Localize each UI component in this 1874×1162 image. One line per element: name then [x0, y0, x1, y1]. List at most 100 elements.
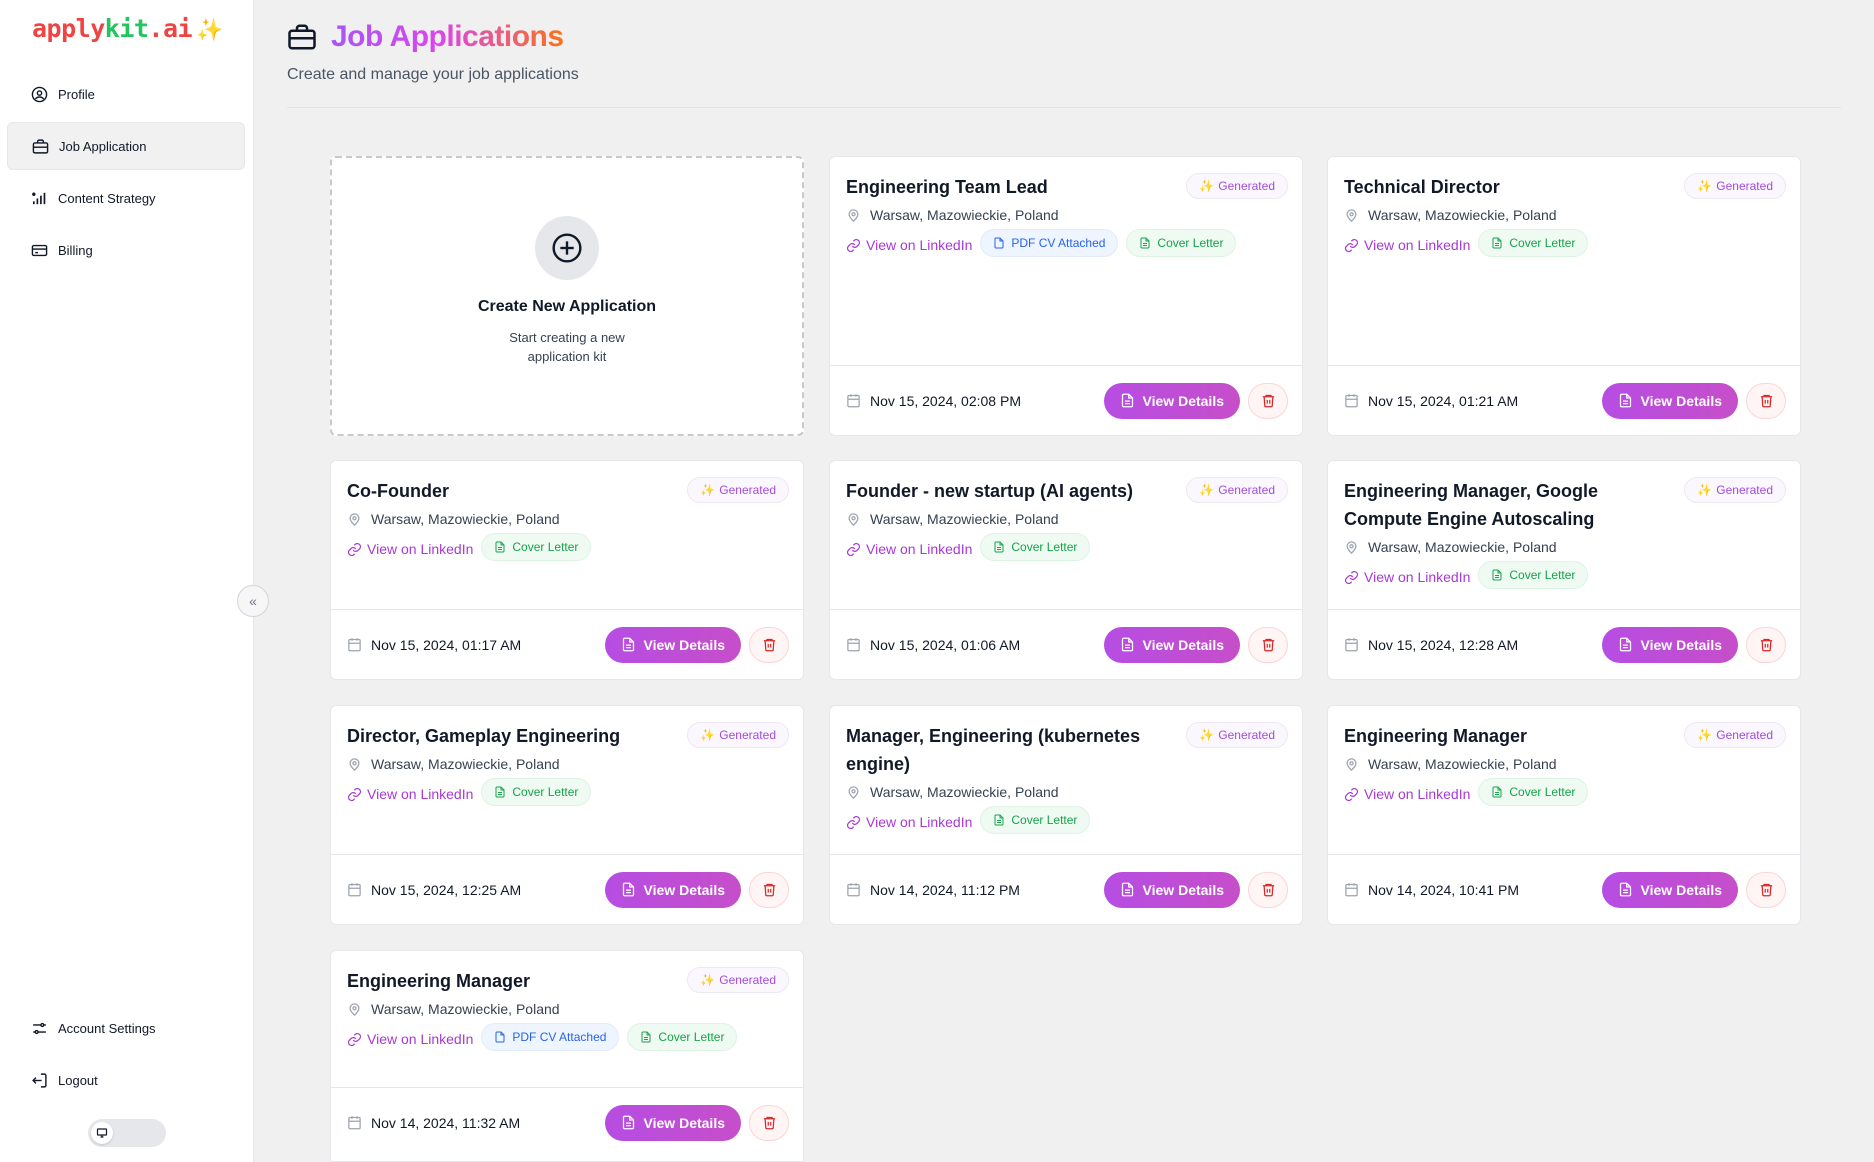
- linkedin-link[interactable]: View on LinkedIn: [1344, 562, 1470, 592]
- linkedin-link[interactable]: View on LinkedIn: [846, 534, 972, 564]
- card-footer: Nov 15, 2024, 01:21 AM View Details: [1328, 365, 1800, 435]
- theme-toggle[interactable]: [88, 1119, 166, 1147]
- sidebar-nav: Profile Job Application Content Strategy…: [7, 70, 245, 278]
- delete-button[interactable]: [1248, 626, 1288, 663]
- sparkles-icon: ✨: [1697, 483, 1713, 497]
- card-footer: Nov 15, 2024, 12:25 AM View Details: [331, 854, 803, 924]
- cover-letter-chip[interactable]: Cover Letter: [627, 1023, 738, 1051]
- map-pin-icon: [349, 757, 360, 771]
- view-details-button[interactable]: View Details: [604, 871, 741, 908]
- view-details-button[interactable]: View Details: [1103, 626, 1240, 663]
- plus-circle-icon: [552, 233, 582, 263]
- app-logo[interactable]: applykit.ai ✨: [32, 14, 223, 43]
- cover-letter-chip[interactable]: Cover Letter: [1126, 229, 1237, 257]
- sidebar-item-billing[interactable]: Billing: [7, 226, 245, 274]
- view-details-button[interactable]: View Details: [1601, 382, 1738, 419]
- delete-button[interactable]: [1746, 871, 1786, 908]
- file-text-icon: [1492, 786, 1502, 798]
- card-body: Technical Director ✨ Generated Warsaw, Ma…: [1328, 157, 1800, 261]
- sidebar-bottom-nav: Account Settings Logout: [7, 1004, 245, 1108]
- delete-button[interactable]: [1746, 626, 1786, 663]
- link-icon: [347, 542, 362, 556]
- delete-button[interactable]: [1248, 871, 1288, 908]
- view-details-button[interactable]: View Details: [1103, 382, 1240, 419]
- card-body: Engineering Team Lead ✨ Generated Warsaw,…: [830, 157, 1302, 261]
- generated-badge: ✨ Generated: [687, 722, 789, 748]
- file-text-icon: [994, 541, 1004, 553]
- card-links: View on LinkedIn Cover Letter: [1344, 561, 1784, 593]
- sparkles-icon: ✨: [700, 728, 716, 742]
- delete-button[interactable]: [1746, 382, 1786, 419]
- linkedin-link[interactable]: View on LinkedIn: [347, 534, 473, 564]
- linkedin-link[interactable]: View on LinkedIn: [1344, 230, 1470, 260]
- pdf-cv-chip[interactable]: PDF CV Attached: [481, 1023, 620, 1051]
- sidebar-item-logout[interactable]: Logout: [7, 1056, 245, 1104]
- linkedin-link[interactable]: View on LinkedIn: [846, 230, 972, 260]
- sidebar-item-label: Content Strategy: [58, 190, 156, 206]
- sidebar-item-profile[interactable]: Profile: [7, 70, 245, 118]
- view-details-button[interactable]: View Details: [1601, 871, 1738, 908]
- link-icon: [846, 542, 861, 556]
- linkedin-link[interactable]: View on LinkedIn: [347, 1024, 473, 1054]
- delete-button[interactable]: [749, 1104, 789, 1141]
- trash-icon: [763, 1116, 775, 1130]
- cover-letter-chip[interactable]: Cover Letter: [481, 533, 592, 561]
- card-footer: Nov 14, 2024, 11:12 PM View Details: [830, 854, 1302, 924]
- card-title: Technical Director: [1344, 177, 1500, 197]
- chevrons-left-icon: «: [249, 593, 257, 609]
- card-title: Manager, Engineering (kubernetes engine): [846, 726, 1141, 774]
- location: Warsaw, Mazowieckie, Poland: [347, 756, 787, 772]
- sidebar-item-content-strategy[interactable]: Content Strategy: [7, 174, 245, 222]
- delete-button[interactable]: [749, 626, 789, 663]
- link-icon: [1344, 787, 1359, 801]
- card-title: Engineering Manager: [347, 971, 531, 991]
- file-icon: [994, 237, 1004, 249]
- trash-icon: [1760, 638, 1772, 652]
- generated-badge: ✨ Generated: [687, 967, 789, 993]
- location: Warsaw, Mazowieckie, Poland: [1344, 207, 1784, 223]
- generated-badge: ✨ Generated: [1684, 477, 1786, 503]
- card-links: View on LinkedIn Cover Letter: [846, 533, 1286, 565]
- linkedin-link[interactable]: View on LinkedIn: [347, 779, 473, 809]
- cover-letter-chip[interactable]: Cover Letter: [1478, 229, 1589, 257]
- view-details-button[interactable]: View Details: [604, 626, 741, 663]
- collapse-sidebar-button[interactable]: «: [237, 585, 269, 617]
- view-details-button[interactable]: View Details: [1103, 871, 1240, 908]
- cover-letter-chip[interactable]: Cover Letter: [1478, 561, 1589, 589]
- sparkles-icon: ✨: [1199, 483, 1215, 497]
- file-text-icon: [622, 1115, 634, 1130]
- view-details-button[interactable]: View Details: [604, 1104, 741, 1141]
- location: Warsaw, Mazowieckie, Poland: [347, 511, 787, 527]
- cover-letter-chip[interactable]: Cover Letter: [1478, 778, 1589, 806]
- calendar-icon: [847, 638, 860, 652]
- cover-letter-chip[interactable]: Cover Letter: [481, 778, 592, 806]
- application-card: Founder - new startup (AI agents) ✨ Gener…: [829, 460, 1303, 680]
- pdf-cv-chip[interactable]: PDF CV Attached: [980, 229, 1119, 257]
- card-body: Founder - new startup (AI agents) ✨ Gener…: [830, 461, 1302, 565]
- bar-chart-icon: [32, 192, 46, 204]
- created-date: Nov 14, 2024, 11:32 AM: [347, 1115, 605, 1131]
- sidebar-item-account-settings[interactable]: Account Settings: [7, 1004, 245, 1052]
- linkedin-link[interactable]: View on LinkedIn: [846, 807, 972, 837]
- create-application-card[interactable]: Create New Application Start creating a …: [330, 156, 804, 436]
- delete-button[interactable]: [1248, 382, 1288, 419]
- card-title: Engineering Team Lead: [846, 177, 1048, 197]
- generated-badge: ✨ Generated: [687, 477, 789, 503]
- calendar-icon: [348, 1116, 361, 1130]
- linkedin-link[interactable]: View on LinkedIn: [1344, 779, 1470, 809]
- application-card: Manager, Engineering (kubernetes engine)…: [829, 705, 1303, 925]
- calendar-icon: [348, 638, 361, 652]
- delete-button[interactable]: [749, 871, 789, 908]
- title-row: Job Applications: [287, 20, 1841, 54]
- generated-badge: ✨ Generated: [1186, 173, 1288, 199]
- sidebar-item-job-application[interactable]: Job Application: [7, 122, 245, 170]
- card-footer: Nov 14, 2024, 10:41 PM View Details: [1328, 854, 1800, 924]
- view-details-button[interactable]: View Details: [1601, 626, 1738, 663]
- card-footer: Nov 15, 2024, 01:06 AM View Details: [830, 609, 1302, 679]
- cover-letter-chip[interactable]: Cover Letter: [980, 806, 1091, 834]
- sidebar-item-label: Account Settings: [58, 1020, 156, 1036]
- created-date: Nov 15, 2024, 02:08 PM: [846, 393, 1104, 409]
- toggle-knob: [91, 1122, 113, 1144]
- cover-letter-chip[interactable]: Cover Letter: [980, 533, 1091, 561]
- application-card: Co-Founder ✨ Generated Warsaw, Mazowiecki…: [330, 460, 804, 680]
